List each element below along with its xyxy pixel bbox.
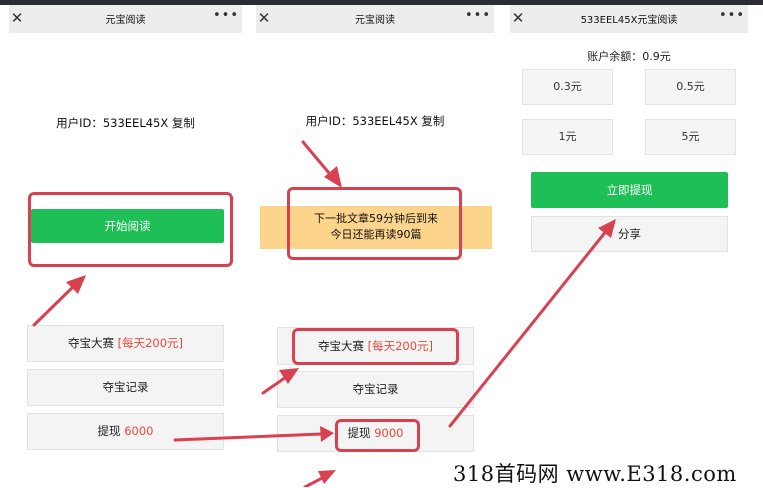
arrow-to-withdraw-now bbox=[448, 228, 609, 428]
arrowhead bbox=[598, 219, 616, 238]
annotation-arrows bbox=[32, 140, 616, 487]
arrow-to-start-button bbox=[32, 282, 78, 327]
arrow-to-withdraw bbox=[173, 432, 324, 442]
arrowhead bbox=[320, 426, 334, 442]
watermark-text: 318首码网 www.E318.com bbox=[453, 462, 737, 486]
arrowhead bbox=[318, 470, 336, 484]
